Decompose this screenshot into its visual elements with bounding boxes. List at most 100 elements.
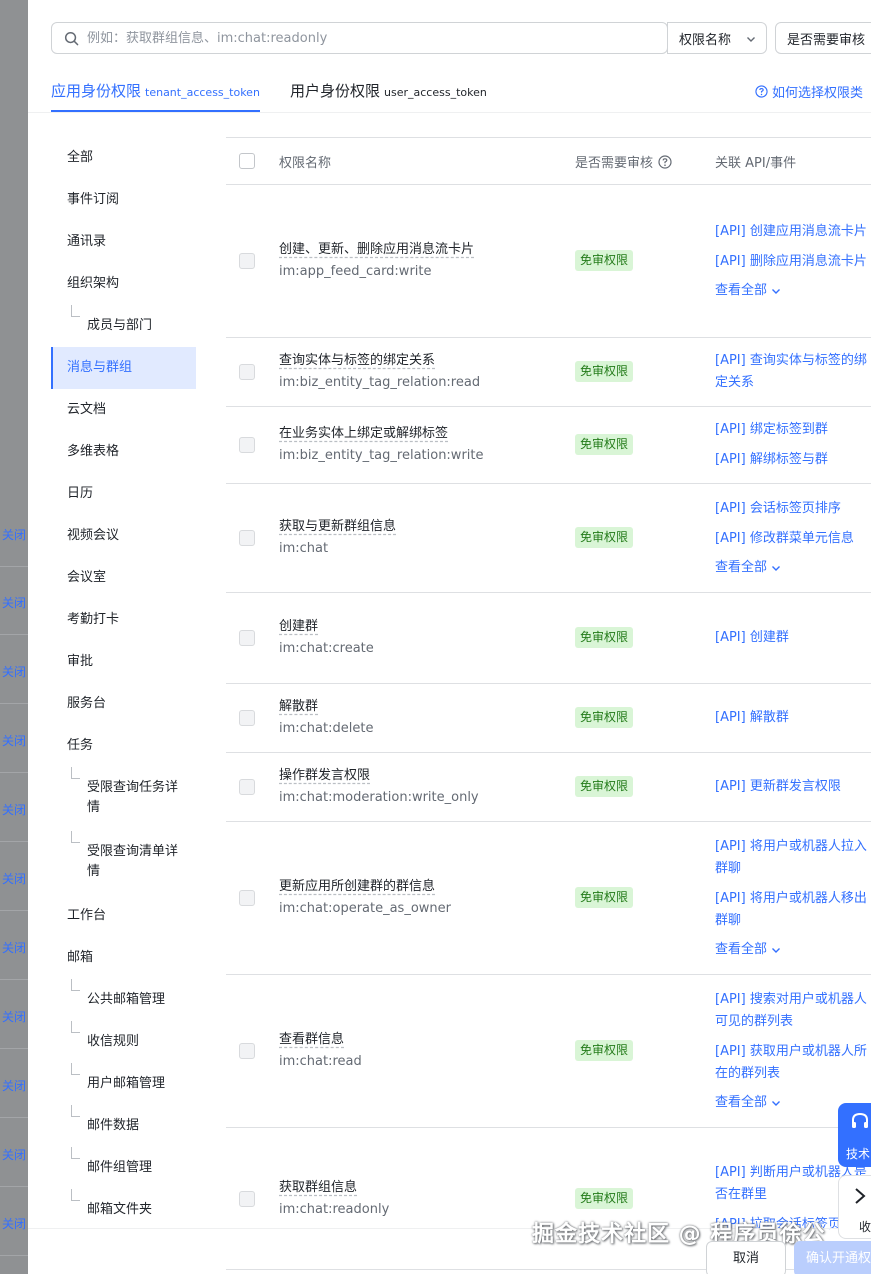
sidebar-item[interactable]: 视频会议 <box>51 515 196 557</box>
tech-support-button[interactable]: 技术 <box>838 1103 871 1167</box>
backdrop-row-divider <box>0 1117 28 1118</box>
api-link[interactable]: [API] 更新群发言权限 <box>715 776 871 798</box>
sidebar-item[interactable]: 会议室 <box>51 557 196 599</box>
select-all-checkbox[interactable] <box>239 153 255 169</box>
search-input[interactable] <box>87 30 647 46</box>
sidebar-item[interactable]: 考勤打卡 <box>51 599 196 641</box>
row-checkbox[interactable] <box>239 364 255 380</box>
row-checkbox[interactable] <box>239 630 255 646</box>
view-all-link[interactable]: 查看全部 <box>715 940 871 960</box>
api-link[interactable]: [API] 解绑标签与群 <box>715 449 871 471</box>
row-checkbox[interactable] <box>239 253 255 269</box>
api-link[interactable]: [API] 创建应用消息流卡片 <box>715 221 871 243</box>
row-checkbox[interactable] <box>239 437 255 453</box>
api-link[interactable]: [API] 将用户或机器人拉入群聊 <box>715 836 871 880</box>
sidebar-item-label: 会议室 <box>67 570 107 585</box>
sidebar-item[interactable]: 服务台 <box>51 683 196 725</box>
api-link[interactable]: [API] 查询实体与标签的绑定关系 <box>715 350 871 394</box>
backdrop-row-divider <box>0 634 28 635</box>
sidebar-item[interactable]: 组织架构 <box>51 263 196 305</box>
search-box[interactable] <box>51 22 668 54</box>
permission-cell: 操作群发言权限 im:chat:moderation:write_only <box>279 765 549 809</box>
sidebar-item-label: 用户邮箱管理 <box>87 1076 166 1091</box>
sidebar-item[interactable]: 任务 <box>51 725 196 767</box>
table-row: 操作群发言权限 im:chat:moderation:write_only 免审权限… <box>226 753 871 822</box>
api-link[interactable]: [API] 获取用户或机器人所在的群列表 <box>715 1041 871 1085</box>
sidebar-item[interactable]: 通讯录 <box>51 221 196 263</box>
tab-user-permissions[interactable]: 用户身份权限 user_access_token <box>290 80 487 101</box>
row-checkbox[interactable] <box>239 710 255 726</box>
view-all-label: 查看全部 <box>715 560 768 575</box>
row-checkbox[interactable] <box>239 1043 255 1059</box>
sidebar-item[interactable]: 邮件组管理 <box>51 1147 196 1189</box>
review-badge: 免审权限 <box>575 1187 634 1209</box>
sidebar-item[interactable]: 消息与群组 <box>51 347 196 389</box>
tab-divider <box>28 112 871 113</box>
table-row: 解散群 im:chat:delete 免审权限 [API] 解散群 <box>226 684 871 753</box>
sidebar-item[interactable]: 事件订阅 <box>51 179 196 221</box>
api-link[interactable]: [API] 解散群 <box>715 707 871 729</box>
collapse-button[interactable]: 收 <box>838 1175 871 1239</box>
help-icon[interactable] <box>658 154 672 169</box>
sidebar-item[interactable]: 邮箱 <box>51 937 196 979</box>
sidebar-item[interactable]: 云文档 <box>51 389 196 431</box>
api-link[interactable]: [API] 修改群菜单元信息 <box>715 528 871 550</box>
sidebar-item[interactable]: 用户邮箱管理 <box>51 1063 196 1105</box>
api-link[interactable]: [API] 会话标签页排序 <box>715 498 871 520</box>
confirm-button[interactable]: 确认开通权限 <box>794 1241 871 1274</box>
sidebar-item-label: 多维表格 <box>67 444 120 459</box>
table-row: 创建、更新、删除应用消息流卡片 im:app_feed_card:write 免审权… <box>226 185 871 338</box>
permission-name: 查询实体与标签的绑定关系 <box>279 353 436 368</box>
sidebar-item[interactable]: 全部 <box>51 137 196 179</box>
sidebar-item[interactable]: 工作台 <box>51 895 196 937</box>
need-review-select[interactable]: 是否需要审核 <box>775 22 871 54</box>
permission-code: im:chat:create <box>279 641 374 656</box>
api-cell: [API] 创建应用消息流卡片 [API] 删除应用消息流卡片查看全部 <box>715 221 871 301</box>
sidebar-item[interactable]: 日历 <box>51 473 196 515</box>
row-checkbox[interactable] <box>239 1190 255 1207</box>
review-badge: 免审权限 <box>575 1040 634 1061</box>
row-checkbox[interactable] <box>239 779 255 795</box>
sidebar-item-label: 组织架构 <box>67 276 120 291</box>
sidebar-item[interactable]: 收信规则 <box>51 1021 196 1063</box>
sidebar-item[interactable]: 邮件数据 <box>51 1105 196 1147</box>
sidebar-item[interactable]: 受限查询任务详情 <box>51 767 196 831</box>
row-checkbox[interactable] <box>239 530 255 546</box>
help-link-label: 如何选择权限类 <box>772 86 864 101</box>
view-all-link[interactable]: 查看全部 <box>715 281 871 301</box>
api-link[interactable]: [API] 将用户或机器人移出群聊 <box>715 888 871 932</box>
sidebar-item[interactable]: 成员与部门 <box>51 305 196 347</box>
tab-tenant-permissions[interactable]: 应用身份权限 tenant_access_token <box>51 80 260 112</box>
sidebar-item[interactable]: 审批 <box>51 641 196 683</box>
row-checkbox[interactable] <box>239 890 255 906</box>
table-row: 获取与更新群组信息 im:chat 免审权限 [API] 会话标签页排序 [API] 修… <box>226 484 871 593</box>
view-all-label: 查看全部 <box>715 942 768 957</box>
view-all-link[interactable]: 查看全部 <box>715 558 871 578</box>
backdrop-close-link: 关闭 <box>2 803 27 817</box>
view-all-label: 查看全部 <box>715 283 768 298</box>
sidebar-item[interactable]: 公共邮箱管理 <box>51 979 196 1021</box>
api-link[interactable]: [API] 绑定标签到群 <box>715 419 871 441</box>
permission-name-select[interactable]: 权限名称 <box>667 22 767 54</box>
help-link[interactable]: 如何选择权限类 <box>755 82 863 101</box>
cancel-button[interactable]: 取消 <box>706 1241 786 1274</box>
backdrop-close-link: 关闭 <box>2 665 27 679</box>
permission-cell: 查询实体与标签的绑定关系 im:biz_entity_tag_relation:r… <box>279 350 549 394</box>
review-badge: 免审权限 <box>575 707 634 728</box>
sidebar-item[interactable]: 多维表格 <box>51 431 196 473</box>
need-review-select-label: 是否需要审核 <box>787 32 866 48</box>
permission-code: im:chat:readonly <box>279 1201 390 1217</box>
sidebar-item-label: 受限查询清单详情 <box>87 844 179 879</box>
app-root: 关闭关闭关闭关闭关闭关闭关闭关闭关闭关闭关闭 权限名称 是否需要审核 应用身份权… <box>0 0 871 1274</box>
backdrop-row-divider <box>0 1255 28 1256</box>
api-link[interactable]: [API] 搜索对用户或机器人可见的群列表 <box>715 989 871 1033</box>
sidebar-item[interactable]: 受限查询清单详情 <box>51 831 196 895</box>
sidebar-item[interactable]: 邮箱文件夹 <box>51 1189 196 1231</box>
api-link[interactable]: [API] 创建群 <box>715 627 871 649</box>
permission-code: im:chat:moderation:write_only <box>279 790 479 805</box>
api-link[interactable]: [API] 删除应用消息流卡片 <box>715 251 871 273</box>
backdrop-close-link: 关闭 <box>2 1148 27 1162</box>
sidebar-item-label: 成员与部门 <box>87 318 153 333</box>
header-need-review: 是否需要审核 <box>575 152 672 171</box>
backdrop-overlay: 关闭 关闭 关闭 关闭 关闭 关闭 关闭 关闭 关闭 关闭 关闭 <box>0 0 28 1274</box>
